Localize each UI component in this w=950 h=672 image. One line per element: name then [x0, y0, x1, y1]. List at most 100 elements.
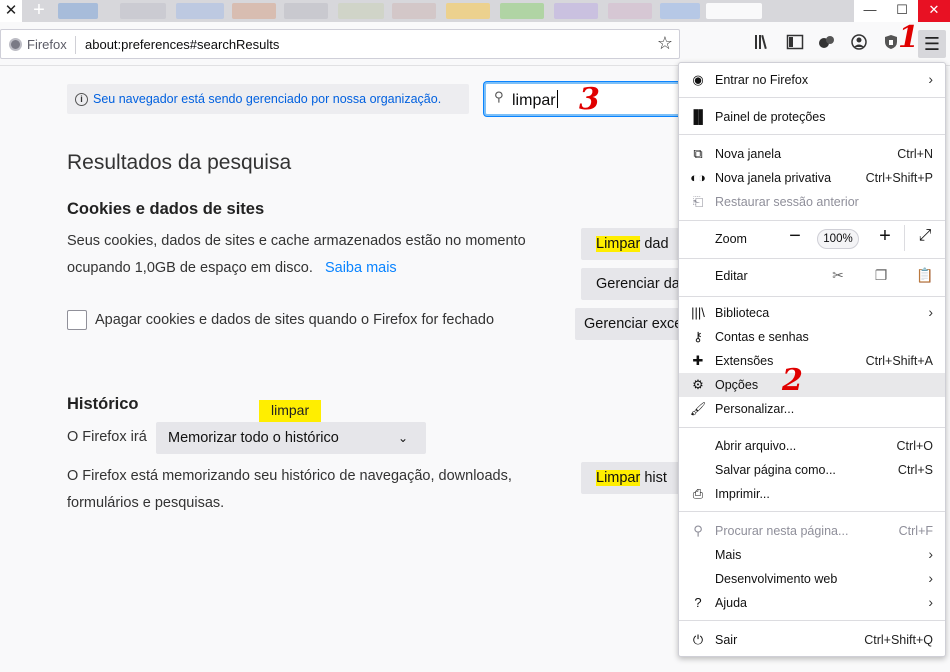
menu-separator — [679, 220, 945, 221]
delete-cookies-label[interactable]: Apagar cookies e dados de sites quando o… — [95, 312, 494, 328]
copy-icon[interactable]: ❐ — [872, 267, 890, 284]
help-icon: ? — [694, 595, 702, 610]
key-icon: ⚷ — [693, 329, 703, 344]
history-mode-select[interactable]: Memorizar todo o histórico ⌄ — [156, 422, 426, 454]
menu-item-edit: Editar — [715, 269, 748, 283]
menu-vertical-separator — [904, 225, 905, 251]
menu-item-web-developer[interactable]: Desenvolvimento web › — [679, 567, 945, 591]
manage-data-button[interactable]: Gerenciar da — [581, 268, 680, 300]
app-menu-panel: ◉ Entrar no Firefox › ▐▌ Painel de prote… — [678, 62, 946, 657]
tab-strip: ✕ + — ☐ ✕ — [0, 0, 950, 22]
app-menu-button[interactable]: ☰ — [918, 30, 946, 58]
search-highlight-tooltip: limpar — [259, 400, 322, 428]
history-desc-line2: formulários e pesquisas. — [67, 495, 225, 511]
menu-item-addons[interactable]: ✚ Extensões Ctrl+Shift+A — [679, 349, 945, 373]
clear-data-button[interactable]: Limpar dad — [581, 228, 680, 260]
tab-thumbnail[interactable] — [338, 3, 384, 19]
tab-thumbnail[interactable] — [58, 3, 98, 19]
identity-box[interactable]: Firefox — [9, 37, 67, 52]
tab-thumbnail[interactable] — [660, 3, 700, 19]
paste-icon[interactable]: 📋 — [916, 267, 934, 284]
page-title: Resultados da pesquisa — [67, 151, 292, 174]
tab-thumbnail[interactable] — [120, 3, 166, 19]
cookies-desc-line2: ocupando 1,0GB de espaço em disco. — [67, 260, 313, 276]
menu-separator — [679, 427, 945, 428]
account-icon[interactable] — [848, 34, 870, 55]
annotation-3: 3 — [579, 82, 600, 117]
zoom-out-button[interactable]: − — [785, 225, 805, 248]
menu-item-options[interactable]: ⚙ Opções — [679, 373, 945, 397]
text-caret — [556, 90, 558, 108]
tab-thumbnail[interactable] — [232, 3, 276, 19]
manage-exceptions-button[interactable]: Gerenciar exce — [575, 308, 680, 340]
tab-thumbnail-active[interactable] — [706, 3, 762, 19]
tab-thumbnail[interactable] — [392, 3, 436, 19]
menu-item-print[interactable]: ⎙ Imprimir... — [679, 482, 945, 506]
restore-session-icon: ⎗ — [692, 194, 704, 209]
url-bar[interactable]: Firefox about:preferences#searchResults … — [0, 29, 680, 59]
menu-item-customize[interactable]: 🖌 Personalizar... — [679, 397, 945, 421]
history-heading: Histórico — [67, 395, 139, 413]
tab-close-icon[interactable]: ✕ — [0, 0, 22, 22]
tab-thumbnail[interactable] — [446, 3, 490, 19]
menu-separator — [679, 134, 945, 135]
library-icon: |||\ — [691, 305, 705, 320]
search-icon: ⚲ — [494, 89, 504, 104]
clear-history-label: hist — [640, 470, 667, 486]
url-separator — [75, 36, 76, 54]
menu-item-new-window[interactable]: ⧉ Nova janela Ctrl+N — [679, 142, 945, 166]
history-mode-value: Memorizar todo o histórico — [168, 430, 339, 446]
gear-icon: ⚙ — [692, 377, 704, 392]
minimize-button[interactable]: — — [854, 0, 886, 22]
extension-icon[interactable] — [816, 34, 838, 55]
menu-item-save-page[interactable]: Salvar página como... Ctrl+S — [679, 458, 945, 482]
clear-data-label: dad — [640, 236, 669, 252]
url-text[interactable]: about:preferences#searchResults — [85, 37, 279, 52]
zoom-level[interactable]: 100% — [817, 229, 859, 249]
menu-item-restore-session[interactable]: ⎗ Restaurar sessão anterior — [679, 190, 945, 214]
new-tab-button[interactable]: + — [26, 0, 52, 22]
menu-item-private-window[interactable]: ◐◑ Nova janela privativa Ctrl+Shift+P — [679, 166, 945, 190]
menu-item-help[interactable]: ? Ajuda › — [679, 591, 945, 615]
identity-label: Firefox — [27, 37, 67, 52]
nav-bar: Firefox about:preferences#searchResults … — [0, 22, 950, 66]
policy-text: Seu navegador está sendo gerenciado por … — [93, 92, 442, 106]
maximize-button[interactable]: ☐ — [886, 0, 918, 22]
clear-history-button[interactable]: Limpar hist — [581, 462, 680, 494]
bookmark-star-icon[interactable]: ☆ — [657, 33, 673, 54]
menu-item-protections[interactable]: ▐▌ Painel de proteções — [679, 105, 945, 129]
account-icon: ◉ — [692, 72, 704, 87]
menu-item-logins[interactable]: ⚷ Contas e senhas — [679, 325, 945, 349]
policy-notice[interactable]: i Seu navegador está sendo gerenciado po… — [67, 84, 469, 114]
history-description: O Firefox está memorizando seu histórico… — [67, 463, 512, 517]
menu-item-find[interactable]: ⚲ Procurar nesta página... Ctrl+F — [679, 519, 945, 543]
window-close-button[interactable]: ✕ — [918, 0, 950, 22]
fullscreen-icon[interactable]: ⤢ — [915, 227, 935, 245]
library-icon[interactable] — [752, 34, 774, 55]
menu-item-sign-in[interactable]: ◉ Entrar no Firefox › — [679, 68, 945, 92]
tab-thumbnail[interactable] — [554, 3, 598, 19]
cookies-description: Seus cookies, dados de sites e cache arm… — [67, 228, 526, 282]
private-mask-icon: ◐◑ — [690, 170, 706, 185]
tab-thumbnail[interactable] — [500, 3, 544, 19]
zoom-in-button[interactable]: + — [875, 225, 895, 248]
menu-separator — [679, 620, 945, 621]
menu-item-more[interactable]: Mais › — [679, 543, 945, 567]
window-controls: — ☐ ✕ — [854, 0, 950, 22]
puzzle-icon: ✚ — [692, 353, 704, 368]
printer-icon: ⎙ — [692, 486, 704, 501]
tab-thumbnail[interactable] — [284, 3, 328, 19]
sidebar-icon[interactable] — [784, 34, 806, 55]
cut-icon[interactable]: ✂ — [829, 267, 847, 284]
new-window-icon: ⧉ — [693, 146, 703, 161]
cookies-desc-line1: Seus cookies, dados de sites e cache arm… — [67, 233, 526, 249]
tab-thumbnail[interactable] — [608, 3, 652, 19]
delete-cookies-checkbox[interactable] — [67, 310, 87, 330]
menu-item-open-file[interactable]: Abrir arquivo... Ctrl+O — [679, 434, 945, 458]
tab-thumbnail[interactable] — [176, 3, 224, 19]
menu-item-library[interactable]: |||\ Biblioteca › — [679, 301, 945, 325]
chevron-right-icon: › — [928, 594, 933, 610]
learn-more-link[interactable]: Saiba mais — [325, 260, 397, 276]
info-icon: i — [75, 92, 88, 106]
menu-item-quit[interactable]: ⏻ Sair Ctrl+Shift+Q — [679, 628, 945, 652]
